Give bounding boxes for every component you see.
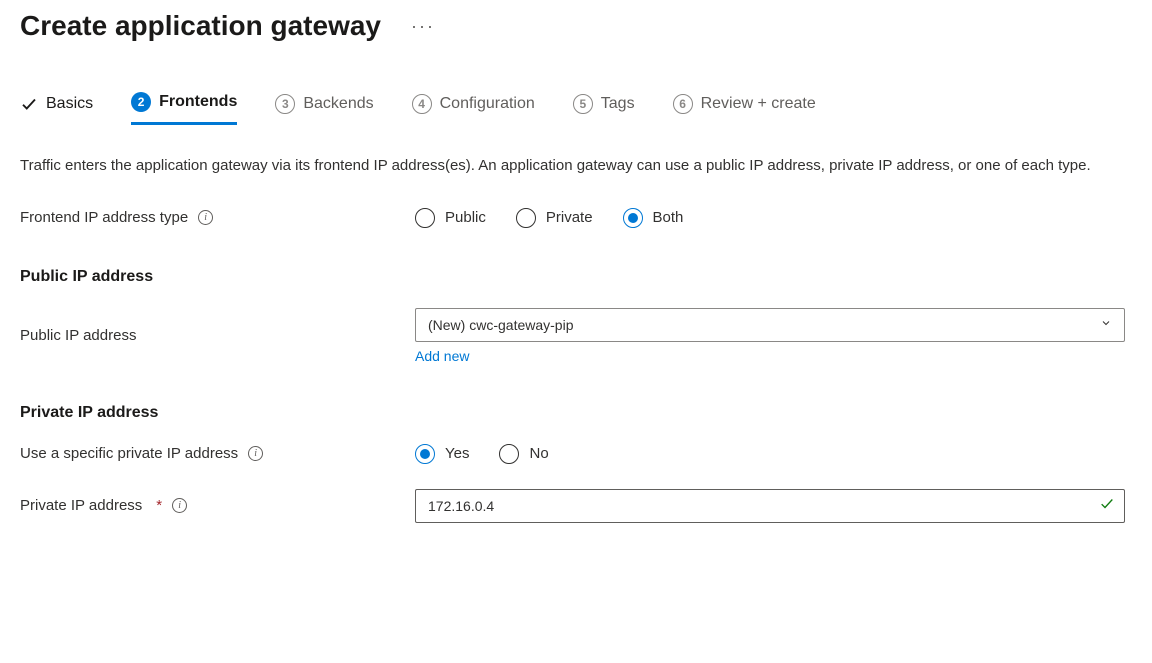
chevron-down-icon (1100, 317, 1112, 332)
tab-label: Frontends (159, 93, 237, 111)
radio-both[interactable]: Both (623, 208, 684, 228)
specific-private-ip-radio-group: Yes No (415, 444, 1125, 464)
private-ip-heading: Private IP address (20, 404, 1132, 422)
radio-label: Private (546, 209, 593, 226)
use-specific-private-ip-label: Use a specific private IP address (20, 445, 238, 462)
tab-label: Configuration (440, 95, 535, 113)
radio-no[interactable]: No (499, 444, 548, 464)
required-indicator: * (156, 497, 162, 514)
page-title: Create application gateway (20, 10, 381, 42)
tab-number-badge: 6 (673, 94, 693, 114)
select-value: (New) cwc-gateway-pip (428, 317, 573, 333)
tab-frontends[interactable]: 2 Frontends (131, 92, 237, 125)
valid-checkmark-icon (1099, 495, 1115, 516)
private-ip-input[interactable] (415, 489, 1125, 523)
tab-label: Review + create (701, 95, 816, 113)
tab-review-create[interactable]: 6 Review + create (673, 94, 816, 124)
radio-label: Public (445, 209, 486, 226)
radio-label: Both (653, 209, 684, 226)
checkmark-icon (20, 95, 38, 113)
frontend-ip-type-label: Frontend IP address type (20, 209, 188, 226)
public-ip-select[interactable]: (New) cwc-gateway-pip (415, 308, 1125, 342)
radio-circle (415, 208, 435, 228)
tab-label: Basics (46, 95, 93, 113)
tab-number-badge: 2 (131, 92, 151, 112)
radio-private[interactable]: Private (516, 208, 593, 228)
radio-circle (623, 208, 643, 228)
radio-label: Yes (445, 445, 469, 462)
tab-number-badge: 5 (573, 94, 593, 114)
tab-label: Backends (303, 95, 373, 113)
frontend-ip-type-radio-group: Public Private Both (415, 208, 1125, 228)
tab-tags[interactable]: 5 Tags (573, 94, 635, 124)
tab-label: Tags (601, 95, 635, 113)
info-icon[interactable]: i (172, 498, 187, 513)
private-ip-address-label: Private IP address (20, 497, 142, 514)
wizard-tabs: Basics 2 Frontends 3 Backends 4 Configur… (20, 92, 1132, 125)
radio-circle (499, 444, 519, 464)
tab-configuration[interactable]: 4 Configuration (412, 94, 535, 124)
tab-number-badge: 4 (412, 94, 432, 114)
more-actions-icon[interactable]: ··· (411, 16, 435, 37)
radio-circle (415, 444, 435, 464)
radio-public[interactable]: Public (415, 208, 486, 228)
radio-circle (516, 208, 536, 228)
tab-description: Traffic enters the application gateway v… (20, 155, 1120, 178)
info-icon[interactable]: i (198, 210, 213, 225)
radio-label: No (529, 445, 548, 462)
public-ip-label: Public IP address (20, 327, 136, 344)
add-new-link[interactable]: Add new (415, 348, 469, 364)
info-icon[interactable]: i (248, 446, 263, 461)
public-ip-heading: Public IP address (20, 268, 1132, 286)
tab-backends[interactable]: 3 Backends (275, 94, 373, 124)
tab-number-badge: 3 (275, 94, 295, 114)
tab-basics[interactable]: Basics (20, 95, 93, 123)
radio-yes[interactable]: Yes (415, 444, 469, 464)
